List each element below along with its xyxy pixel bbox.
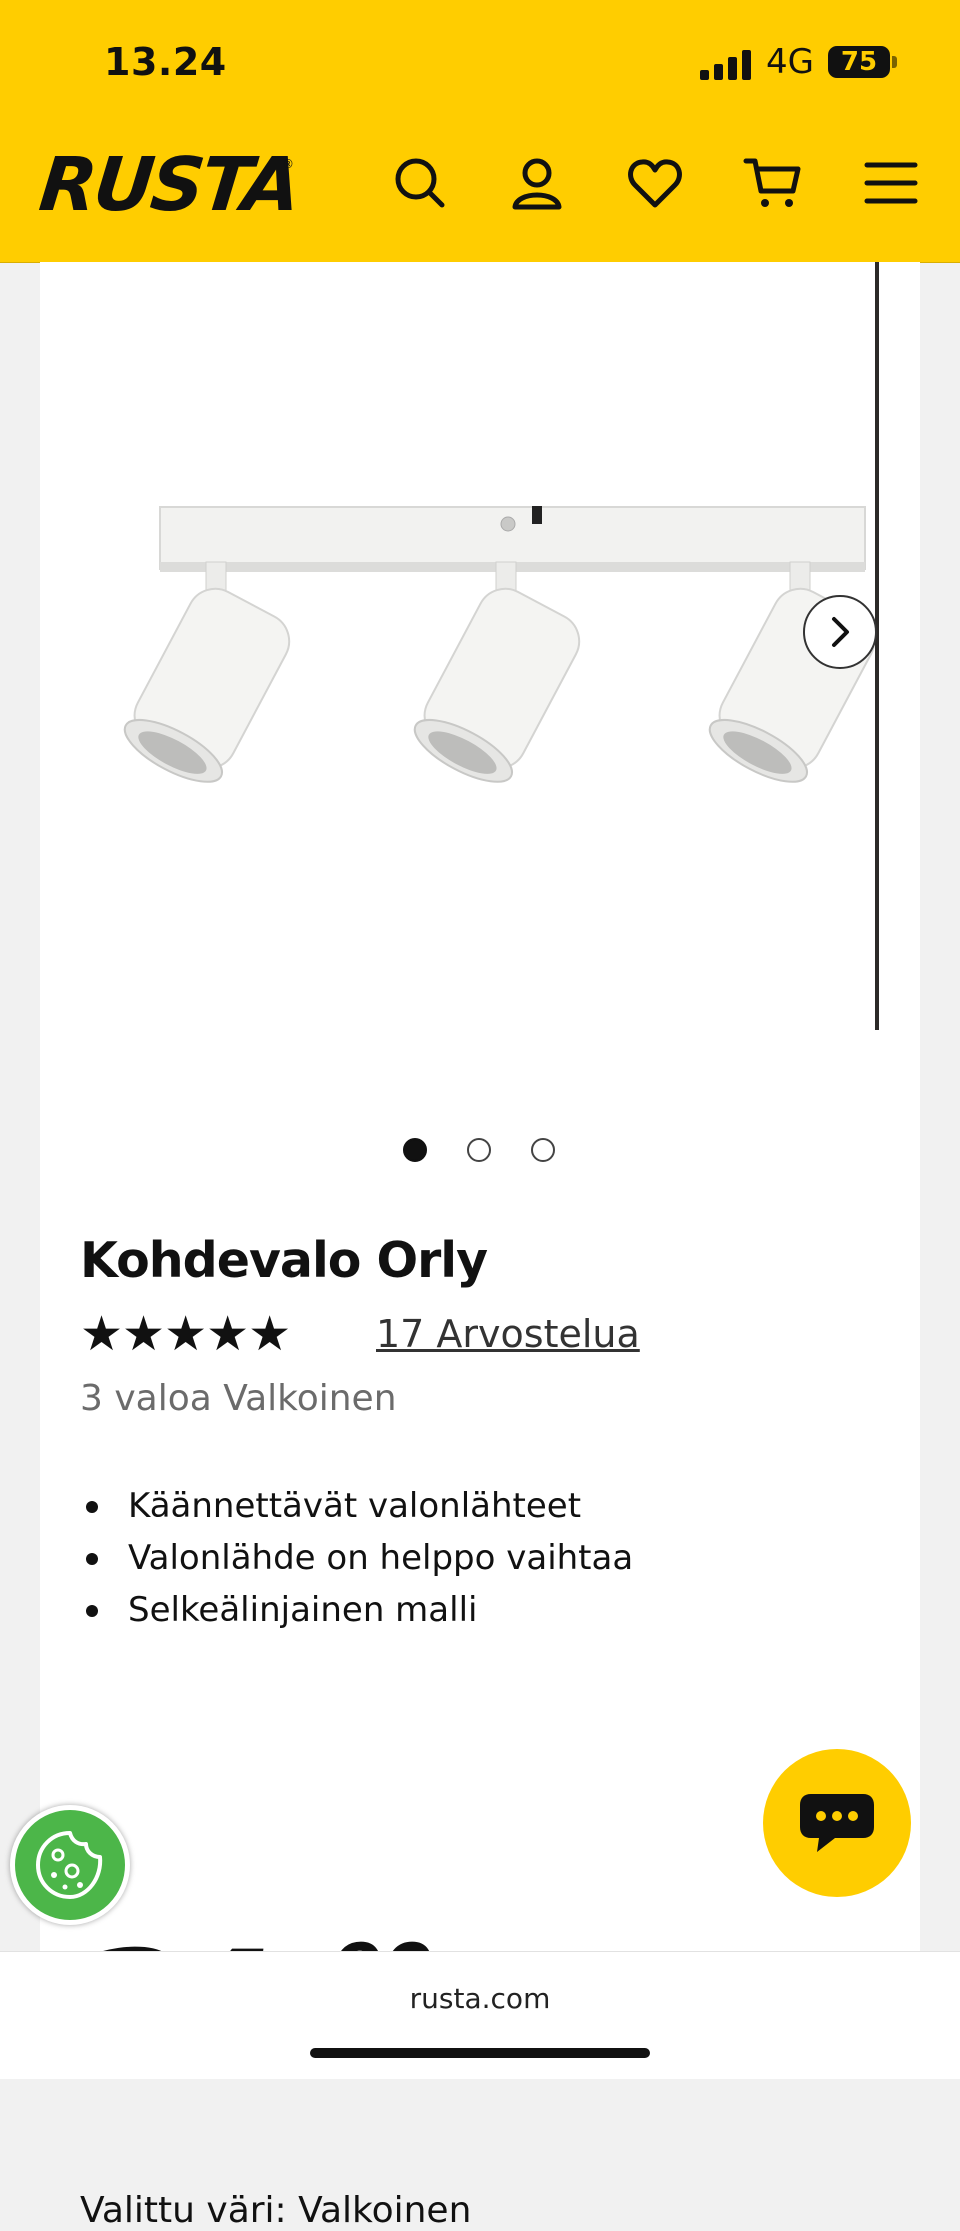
network-type: 4G — [766, 42, 814, 82]
rating-stars: ★★★★★ — [80, 1306, 291, 1362]
cookie-icon — [36, 1831, 103, 1899]
url-label[interactable]: rusta.com — [0, 1982, 960, 2015]
battery-tip — [892, 56, 897, 68]
battery-icon: 75 — [828, 46, 890, 78]
reviews-link[interactable]: 17 Arvostelua — [376, 1312, 640, 1356]
gallery-dot-1[interactable] — [403, 1138, 427, 1162]
gallery-dot-2[interactable] — [467, 1138, 491, 1162]
gallery-dot-3[interactable] — [531, 1138, 555, 1162]
feature-item: Käännettävät valonlähteet — [80, 1480, 633, 1532]
product-card: Kohdevalo Orly ★★★★★ 17 Arvostelua 3 val… — [40, 262, 920, 2231]
selected-color-label: Valittu väri: Valkoinen — [80, 2190, 472, 2231]
cart-icon[interactable] — [743, 153, 803, 213]
feature-item: Valonlähde on helppo vaihtaa — [80, 1532, 633, 1584]
account-icon[interactable] — [507, 153, 567, 213]
registered-mark: ® — [282, 157, 294, 171]
feature-list: Käännettävät valonlähteet Valonlähde on … — [80, 1480, 633, 1636]
cookie-settings-button[interactable] — [10, 1805, 130, 1925]
signal-icon — [700, 50, 752, 80]
home-indicator[interactable] — [310, 2048, 650, 2058]
site-header: 13.24 4G 75 RUSTA ® — [0, 0, 960, 263]
status-time: 13.24 — [104, 40, 227, 84]
product-title: Kohdevalo Orly — [80, 1232, 488, 1289]
product-image — [123, 506, 876, 783]
menu-icon[interactable] — [861, 153, 921, 213]
feature-item: Selkeälinjainen malli — [80, 1584, 633, 1636]
chevron-right-icon — [832, 617, 849, 647]
chat-bubble-icon — [800, 1794, 874, 1852]
rusta-logo[interactable]: RUSTA — [35, 142, 301, 228]
product-subtitle: 3 valoa Valkoinen — [80, 1378, 397, 1419]
chat-button[interactable] — [763, 1749, 911, 1897]
product-gallery[interactable] — [40, 262, 920, 1042]
gallery-pagination — [40, 1138, 920, 1168]
heart-icon[interactable] — [625, 153, 685, 213]
gallery-slide-divider — [875, 262, 879, 1030]
browser-address-bar: rusta.com — [0, 1951, 960, 2079]
search-icon[interactable] — [390, 153, 450, 213]
gallery-next-button[interactable] — [803, 595, 877, 669]
